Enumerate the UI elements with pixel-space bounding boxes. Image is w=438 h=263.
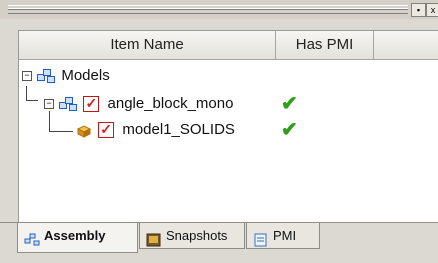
panel-title-bar: ▪ x	[0, 0, 438, 19]
tab-label: PMI	[273, 228, 297, 243]
pin-button[interactable]: ▪	[411, 3, 426, 17]
panel-grip[interactable]	[8, 5, 408, 14]
tab-snapshots[interactable]: Snapshots	[139, 223, 245, 249]
tree-row-angle-block-mono[interactable]: − ✓ angle_block_mono	[44, 93, 233, 115]
grid-header: Item Name Has PMI	[19, 31, 438, 60]
column-header-item-name[interactable]: Item Name	[19, 31, 276, 59]
tree-row-label: Models	[61, 67, 110, 84]
model-tree-grid: Item Name Has PMI − Models − ✓ angle_blo…	[18, 30, 438, 223]
tree-line	[26, 86, 27, 100]
tree-line	[26, 100, 38, 101]
tab-assembly[interactable]: Assembly	[17, 223, 138, 253]
has-pmi-check-icon: ✔	[281, 119, 298, 141]
bottom-tab-strip: Assembly Snapshots PMI	[0, 222, 438, 263]
column-header-has-pmi[interactable]: Has PMI	[276, 31, 374, 59]
visibility-checkbox[interactable]: ✓	[83, 96, 100, 113]
tab-pmi[interactable]: PMI	[246, 223, 320, 249]
assembly-icon	[59, 97, 78, 112]
close-button[interactable]: x	[426, 3, 438, 17]
assembly-icon	[24, 230, 40, 246]
tab-label: Snapshots	[166, 228, 228, 243]
tree-row-model1-solids[interactable]: ✓ model1_SOLIDS	[76, 119, 235, 141]
tree-row-label: model1_SOLIDS	[122, 121, 235, 138]
collapse-toggle[interactable]: −	[44, 99, 54, 110]
tab-label: Assembly	[44, 228, 106, 243]
tree-row-label: angle_block_mono	[107, 95, 234, 112]
part-icon	[76, 123, 92, 138]
has-pmi-check-icon: ✔	[281, 93, 298, 115]
pmi-doc-icon	[253, 230, 269, 247]
collapse-toggle[interactable]: −	[22, 71, 32, 82]
tree-row-models[interactable]: − Models	[22, 65, 110, 87]
snapshot-icon	[146, 230, 162, 247]
visibility-checkbox[interactable]: ✓	[98, 122, 115, 139]
tree-line	[49, 131, 73, 132]
assembly-icon	[37, 69, 56, 84]
